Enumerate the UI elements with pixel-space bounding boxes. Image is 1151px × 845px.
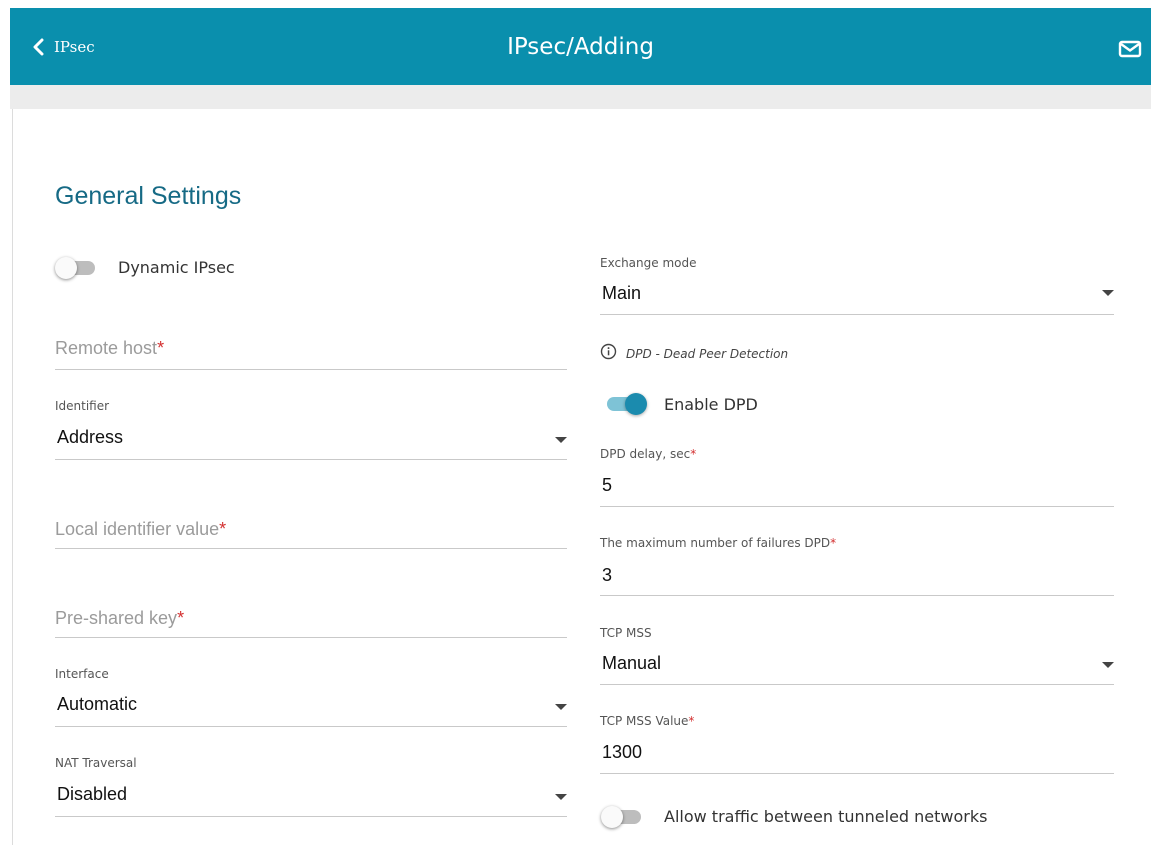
chevron-down-icon[interactable] bbox=[555, 437, 567, 443]
tcp-mss-select[interactable]: TCP MSS Manual bbox=[600, 623, 1114, 685]
local-identifier-placeholder: Local identifier value* bbox=[55, 519, 227, 539]
exchange-mode-select[interactable]: Exchange mode Main bbox=[600, 254, 1114, 315]
interface-label: Interface bbox=[55, 667, 109, 681]
tcp-mss-value: Manual bbox=[602, 653, 662, 673]
remote-host-placeholder: Remote host* bbox=[55, 338, 165, 358]
allow-traffic-label: Allow traffic between tunneled networks bbox=[664, 807, 988, 826]
dpd-delay-value: 5 bbox=[602, 475, 613, 495]
dpd-max-failures-label: The maximum number of failures DPD* bbox=[600, 536, 837, 550]
remote-host-field[interactable]: Remote host* bbox=[55, 330, 567, 370]
section-title: General Settings bbox=[55, 182, 242, 210]
toggle-knob bbox=[625, 393, 647, 415]
interface-select[interactable]: Interface Automatic bbox=[55, 663, 567, 727]
tcp-mss-label: TCP MSS bbox=[600, 626, 652, 640]
local-identifier-field[interactable]: Local identifier value* bbox=[55, 509, 567, 549]
enable-dpd-label: Enable DPD bbox=[664, 395, 758, 414]
chevron-down-icon[interactable] bbox=[555, 704, 567, 710]
page-title: IPsec/Adding bbox=[507, 33, 654, 60]
interface-value: Automatic bbox=[57, 694, 138, 714]
tcp-mss-value-value: 1300 bbox=[602, 742, 643, 762]
allow-traffic-toggle[interactable] bbox=[601, 805, 647, 829]
tcp-mss-value-field[interactable]: TCP MSS Value* 1300 bbox=[600, 711, 1114, 774]
preshared-key-placeholder: Pre-shared key* bbox=[55, 608, 185, 628]
dpd-info-text: DPD - Dead Peer Detection bbox=[626, 347, 789, 361]
chevron-down-icon[interactable] bbox=[1102, 290, 1114, 296]
info-icon bbox=[600, 343, 617, 365]
dpd-delay-field[interactable]: DPD delay, sec* 5 bbox=[600, 444, 1114, 507]
nat-traversal-label: NAT Traversal bbox=[55, 756, 137, 770]
dpd-info: DPD - Dead Peer Detection bbox=[600, 343, 788, 365]
identifier-label: Identifier bbox=[55, 399, 110, 413]
enable-dpd-toggle[interactable] bbox=[603, 392, 649, 416]
identifier-value: Address bbox=[57, 427, 124, 447]
dynamic-ipsec-label: Dynamic IPsec bbox=[118, 258, 235, 277]
header-gutter bbox=[10, 85, 1151, 109]
chevron-down-icon[interactable] bbox=[555, 794, 567, 800]
dynamic-ipsec-toggle[interactable] bbox=[55, 256, 101, 280]
dpd-max-failures-value: 3 bbox=[602, 565, 613, 585]
dpd-max-failures-field[interactable]: The maximum number of failures DPD* 3 bbox=[600, 533, 1114, 596]
tcp-mss-value-label: TCP MSS Value* bbox=[600, 714, 695, 728]
toggle-knob bbox=[601, 806, 623, 828]
toggle-knob bbox=[55, 257, 77, 279]
envelope-icon[interactable] bbox=[1117, 38, 1143, 60]
exchange-mode-label: Exchange mode bbox=[600, 256, 697, 270]
dpd-delay-label: DPD delay, sec* bbox=[600, 447, 697, 461]
nat-traversal-value: Disabled bbox=[57, 784, 128, 804]
nat-traversal-select[interactable]: NAT Traversal Disabled bbox=[55, 754, 567, 817]
exchange-mode-value: Main bbox=[602, 283, 642, 303]
preshared-key-field[interactable]: Pre-shared key* bbox=[55, 598, 567, 638]
identifier-select[interactable]: Identifier Address bbox=[55, 395, 567, 460]
chevron-down-icon[interactable] bbox=[1102, 662, 1114, 668]
header-bar: IPsec IPsec/Adding bbox=[10, 8, 1151, 85]
